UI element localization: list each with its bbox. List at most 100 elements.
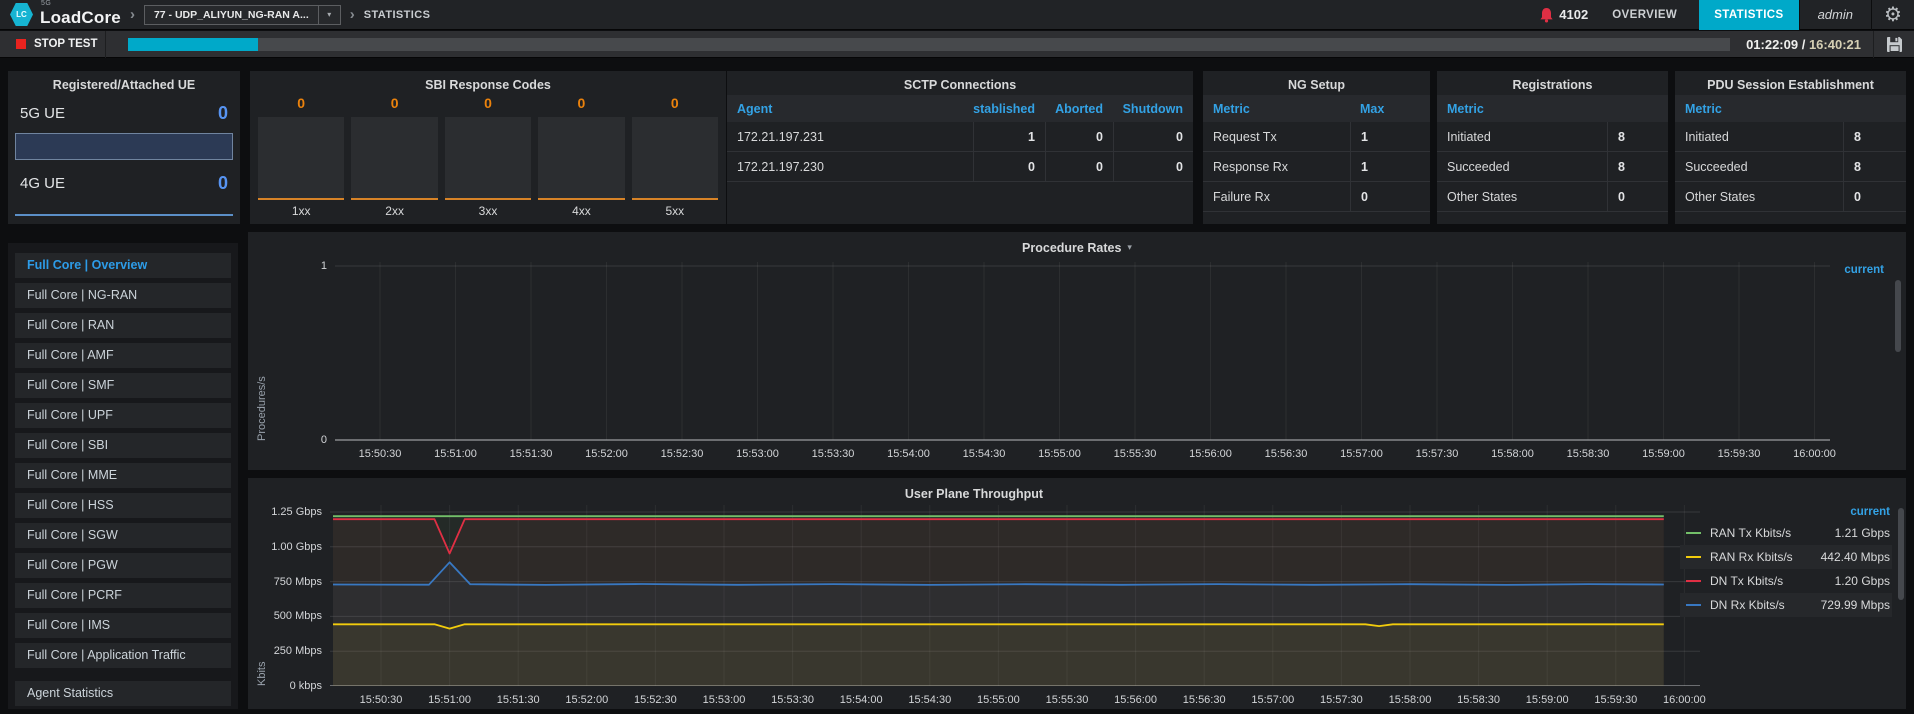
stop-square-icon xyxy=(16,39,26,49)
sbi-bar xyxy=(258,117,344,200)
test-toolbar: STOP TEST 01:22:09 / 16:40:21 xyxy=(0,31,1914,58)
table-row: Initiated8 xyxy=(1437,122,1668,152)
row-value: 8 xyxy=(1607,152,1668,181)
legend-scrollbar[interactable] xyxy=(1898,508,1904,600)
sidebar-item-full-core-hss[interactable]: Full Core | HSS xyxy=(15,493,231,518)
x-tick-label: 15:53:30 xyxy=(771,694,814,706)
test-progress-fill xyxy=(128,38,258,51)
column-header[interactable]: Established xyxy=(973,95,1045,122)
x-tick-label: 15:59:30 xyxy=(1718,448,1761,460)
row-label: Response Rx xyxy=(1203,160,1350,174)
legend-series-color xyxy=(1686,580,1701,582)
column-header[interactable]: Max xyxy=(1350,95,1430,122)
topbar-right: 4102 OVERVIEW STATISTICS admin ⚙ xyxy=(1539,0,1914,29)
column-header[interactable]: Shutdown xyxy=(1113,95,1193,122)
x-tick-label: 15:52:30 xyxy=(634,694,677,706)
sidebar-item-full-core-mme[interactable]: Full Core | MME xyxy=(15,463,231,488)
x-tick-label: 15:54:00 xyxy=(887,448,930,460)
legend-scrollbar[interactable] xyxy=(1895,280,1901,352)
column-header[interactable]: Metric xyxy=(1437,102,1607,116)
y-tick-label: 750 Mbps xyxy=(250,576,322,588)
chart-title[interactable]: Procedure Rates xyxy=(1022,241,1121,255)
sidebar-item-full-core-amf[interactable]: Full Core | AMF xyxy=(15,343,231,368)
alarm-bell-icon xyxy=(1539,7,1554,23)
column-header[interactable]: Aborted xyxy=(1045,95,1113,122)
column-header[interactable] xyxy=(1843,95,1906,122)
x-tick-label: 16:00:00 xyxy=(1663,694,1706,706)
column-header[interactable]: Metric xyxy=(1675,102,1843,116)
session-dropdown-caret-button[interactable]: ▾ xyxy=(318,6,340,24)
x-tick-label: 15:57:00 xyxy=(1251,694,1294,706)
tab-overview[interactable]: OVERVIEW xyxy=(1612,9,1677,21)
sidebar-item-full-core-overview[interactable]: Full Core | Overview xyxy=(15,253,231,278)
tab-statistics[interactable]: STATISTICS xyxy=(1699,0,1798,30)
column-header[interactable] xyxy=(1607,95,1668,122)
loadcore-logo[interactable]: LC 5G LoadCore xyxy=(10,0,121,30)
sbi-value: 0 xyxy=(391,95,399,117)
session-dropdown[interactable]: 77 - UDP_ALIYUN_NG-RAN A... ▾ xyxy=(144,5,341,25)
row-label: Initiated xyxy=(1675,130,1843,144)
legend-row-dn-tx-kbits-s[interactable]: DN Tx Kbits/s1.20 Gbps xyxy=(1680,569,1892,593)
column-header[interactable]: Metric xyxy=(1203,102,1350,116)
x-tick-label: 15:56:00 xyxy=(1114,694,1157,706)
sbi-items: 01xx02xx03xx04xx05xx xyxy=(258,95,718,218)
row-label: Succeeded xyxy=(1675,160,1843,174)
legend-row-dn-rx-kbits-s[interactable]: DN Rx Kbits/s729.99 Mbps xyxy=(1680,593,1892,617)
top-bar: LC 5G LoadCore › 77 - UDP_ALIYUN_NG-RAN … xyxy=(0,0,1914,30)
pdu-session-table: MetricInitiated8Succeeded8Other States0 xyxy=(1675,95,1906,212)
ue-value-5g: 0 xyxy=(218,103,228,124)
ue-gauge-5g xyxy=(15,133,233,160)
x-tick-label: 15:51:00 xyxy=(434,448,477,460)
sbi-bar xyxy=(351,117,437,200)
sidebar-item-full-core-ims[interactable]: Full Core | IMS xyxy=(15,613,231,638)
sidebar-item-full-core-application-traffic[interactable]: Full Core | Application Traffic xyxy=(15,643,231,668)
sbi-value: 0 xyxy=(578,95,586,117)
y-tick-label: 1.00 Gbps xyxy=(250,541,322,553)
x-tick-label: 15:51:30 xyxy=(497,694,540,706)
logo-badge-text: LC xyxy=(16,10,27,19)
x-tick-label: 15:58:00 xyxy=(1389,694,1432,706)
sctp-table: AgentEstablishedAbortedShutdown172.21.19… xyxy=(727,95,1193,182)
elapsed-time: 01:22:09 xyxy=(1746,37,1798,52)
table-header-row: Metric xyxy=(1675,95,1906,122)
table-row: Other States0 xyxy=(1437,182,1668,212)
legend-series-value: 1.21 Gbps xyxy=(1835,526,1890,540)
save-button[interactable] xyxy=(1874,36,1914,53)
column-header[interactable]: Agent xyxy=(727,102,973,116)
sidebar-item-full-core-ng-ran[interactable]: Full Core | NG-RAN xyxy=(15,283,231,308)
sidebar-item-full-core-upf[interactable]: Full Core | UPF xyxy=(15,403,231,428)
total-time: 16:40:21 xyxy=(1809,37,1861,52)
stop-test-button[interactable]: STOP TEST xyxy=(0,38,105,50)
sidebar-item-full-core-sbi[interactable]: Full Core | SBI xyxy=(15,433,231,458)
chart-title[interactable]: User Plane Throughput xyxy=(905,487,1043,501)
row-value: 0 xyxy=(1113,152,1193,181)
row-value: 8 xyxy=(1843,122,1906,151)
sidebar-item-agent-statistics[interactable]: Agent Statistics xyxy=(15,681,231,706)
legend-row-ran-tx-kbits-s[interactable]: RAN Tx Kbits/s1.21 Gbps xyxy=(1680,521,1892,545)
gear-icon: ⚙ xyxy=(1884,2,1902,27)
sbi-cell-5xx: 05xx xyxy=(632,95,718,218)
registrations-table: MetricInitiated8Succeeded8Other States0 xyxy=(1437,95,1668,212)
sidebar-item-full-core-sgw[interactable]: Full Core | SGW xyxy=(15,523,231,548)
panel-pdu-session: PDU Session Establishment MetricInitiate… xyxy=(1675,71,1906,224)
legend-series-value: 1.20 Gbps xyxy=(1835,574,1890,588)
sidebar-item-full-core-pcrf[interactable]: Full Core | PCRF xyxy=(15,583,231,608)
panel-title: Registered/Attached UE xyxy=(8,78,240,92)
user-menu[interactable]: admin xyxy=(1800,7,1871,22)
legend-current-header: current xyxy=(1844,264,1884,276)
sidebar-item-full-core-pgw[interactable]: Full Core | PGW xyxy=(15,553,231,578)
panel-title: SCTP Connections xyxy=(727,78,1193,92)
sidebar-item-full-core-ran[interactable]: Full Core | RAN xyxy=(15,313,231,338)
sbi-label: 4xx xyxy=(572,204,591,218)
sidebar-item-full-core-smf[interactable]: Full Core | SMF xyxy=(15,373,231,398)
sbi-label: 2xx xyxy=(385,204,404,218)
legend-row-ran-rx-kbits-s[interactable]: RAN Rx Kbits/s442.40 Mbps xyxy=(1680,545,1892,569)
table-row: Failure Rx0 xyxy=(1203,182,1430,212)
ng-setup-table: MetricMaxRequest Tx1Response Rx1Failure … xyxy=(1203,95,1430,212)
y-tick-label: 1 xyxy=(255,260,327,272)
chart-title-wrap: Procedure Rates▾ xyxy=(248,239,1906,257)
save-floppy-icon xyxy=(1886,36,1903,53)
table-row: 172.21.197.231100 xyxy=(727,122,1193,152)
settings-gear-button[interactable]: ⚙ xyxy=(1872,0,1914,30)
alarm-indicator[interactable]: 4102 xyxy=(1539,7,1588,23)
